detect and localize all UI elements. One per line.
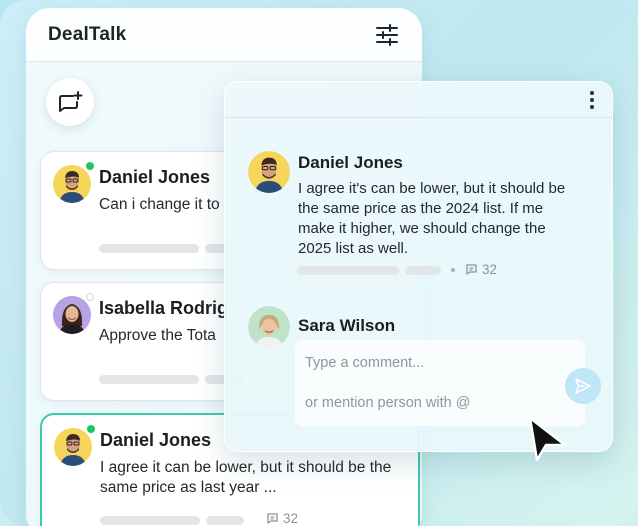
- online-indicator: [86, 162, 94, 170]
- avatar: [53, 165, 91, 203]
- comment-input-box[interactable]: Type a comment... or mention person with…: [295, 340, 585, 426]
- reply-author: Sara Wilson: [298, 316, 396, 335]
- comment-avatar: [248, 151, 290, 193]
- placeholder-bar: [297, 266, 399, 275]
- sara-avatar-icon: [248, 306, 290, 348]
- conversation-preview: Approve the Tota: [99, 327, 216, 344]
- new-conversation-button[interactable]: [46, 78, 94, 126]
- separator-dot: [451, 267, 455, 272]
- more-options-button[interactable]: [586, 91, 598, 109]
- comment-count: 32: [451, 262, 497, 277]
- more-vertical-icon: [590, 91, 594, 95]
- avatar: [54, 428, 92, 466]
- comment-icon: [267, 513, 278, 524]
- thread-toolbar: [225, 82, 612, 118]
- comment-thread-panel: Daniel Jones I agree it's can be lower, …: [224, 81, 613, 452]
- new-chat-icon: [59, 91, 83, 112]
- conversation-name: Daniel Jones: [100, 430, 212, 450]
- online-indicator: [87, 425, 95, 433]
- daniel-avatar-icon: [248, 151, 290, 193]
- filter-button[interactable]: [374, 22, 400, 48]
- comment-input[interactable]: [295, 340, 585, 426]
- comment-count: 32: [266, 511, 298, 526]
- conversation-name: Isabella Rodrig: [99, 298, 229, 318]
- placeholder-bar: [100, 516, 200, 525]
- comment-count-value: 32: [283, 511, 299, 526]
- comment-count-value: 32: [482, 262, 498, 277]
- daniel-avatar-icon: [53, 165, 91, 203]
- offline-indicator: [86, 293, 94, 301]
- mouse-pointer-icon: [528, 416, 567, 462]
- placeholder-bar: [99, 244, 199, 253]
- send-icon: [575, 378, 591, 394]
- conversation-name: Daniel Jones: [99, 167, 211, 187]
- comment-author: Daniel Jones: [298, 153, 403, 172]
- placeholder-bar: [405, 266, 441, 275]
- placeholder-bar: [206, 516, 244, 525]
- conversation-preview: Can i change it to: [99, 196, 220, 213]
- comment-text: I agree it's can be lower, but it should…: [298, 180, 566, 257]
- placeholder-bar: [99, 375, 199, 384]
- sliders-icon: [376, 23, 398, 46]
- app-header: DealTalk: [26, 8, 422, 62]
- send-button[interactable]: [565, 368, 601, 404]
- reply-avatar: [248, 306, 290, 348]
- isabella-avatar-icon: [53, 296, 91, 334]
- avatar: [53, 296, 91, 334]
- conversation-preview: I agree it can be lower, but it should b…: [100, 459, 392, 496]
- app-title: DealTalk: [48, 23, 127, 45]
- daniel-avatar-icon: [54, 428, 92, 466]
- comment-icon: [466, 264, 477, 275]
